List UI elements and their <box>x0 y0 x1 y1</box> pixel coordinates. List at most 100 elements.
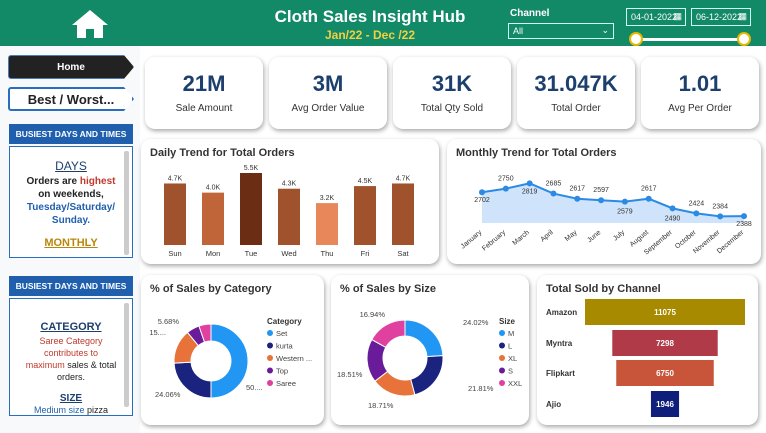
legend-title: Category <box>267 317 302 326</box>
slice <box>404 319 444 358</box>
calendar-icon: ▦ <box>673 11 682 21</box>
point <box>479 189 485 196</box>
legend-marker <box>499 380 505 386</box>
nav-home-button[interactable]: Home <box>8 55 134 79</box>
nav-best-worst-button[interactable]: Best / Worst... <box>8 87 134 111</box>
panel-size-text: Medium size pizza <box>33 405 109 415</box>
panel-days-text: Orders are highest on weekends, <box>26 176 116 200</box>
kpi-avg-per-order: 1.01 Avg Per Order <box>641 57 759 129</box>
bar <box>392 183 414 245</box>
channel-select[interactable]: All ⌄ <box>508 23 614 39</box>
kpi-avg-order-value: 3M Avg Order Value <box>269 57 387 129</box>
legend-marker <box>267 367 273 374</box>
data-label: 6750 <box>656 369 674 378</box>
data-label: 7298 <box>656 339 674 348</box>
data-label: 18.51% <box>337 370 363 379</box>
kpi-label: Total Qty Sold <box>420 103 484 114</box>
date-from-field[interactable]: 04-01-2022 ▦ <box>626 8 686 26</box>
data-label: 24.06% <box>155 390 181 399</box>
panel-days: DAYS Orders are highest on weekends, Tue… <box>9 146 133 258</box>
point <box>550 190 557 197</box>
legend-marker <box>267 355 273 361</box>
bar <box>202 192 224 245</box>
data-label: 2685 <box>546 181 562 188</box>
kpi-value: 31K <box>431 71 473 96</box>
data-label: 4.7K <box>396 175 411 182</box>
kpi-label: Total Order <box>551 103 601 114</box>
tick-label: July <box>612 229 626 243</box>
bar <box>278 188 300 245</box>
panel-category-text2: maximum sales & total orders. <box>25 360 117 382</box>
kpi-total-qty-sold: 31K Total Qty Sold <box>393 57 511 129</box>
data-label: 50.... <box>246 383 263 392</box>
scrollbar[interactable] <box>124 303 129 407</box>
data-label: 2388 <box>736 221 752 228</box>
tick-label: Tue <box>245 249 258 258</box>
home-icon[interactable] <box>70 8 110 40</box>
panel-category-title: CATEGORY <box>40 321 102 333</box>
header: Cloth Sales Insight Hub Jan/22 - Dec /22… <box>0 0 766 46</box>
point <box>526 180 533 187</box>
tick-label: April <box>540 229 556 244</box>
data-label: 4.0K <box>206 185 221 192</box>
kpi-value: 31.047K <box>534 71 618 96</box>
tick-label: Wed <box>281 249 296 258</box>
slider-end-handle[interactable] <box>737 32 751 46</box>
panel-category-text: Saree Category contributes to <box>39 336 103 358</box>
legend-label: M <box>508 329 514 338</box>
scrollbar[interactable] <box>124 151 129 255</box>
date-to-field[interactable]: 06-12-2022 ▦ <box>691 8 751 26</box>
data-label: 16.94% <box>360 310 386 319</box>
data-label: 2490 <box>665 215 681 222</box>
kpi-label: Avg Order Value <box>291 103 365 114</box>
point <box>502 185 509 192</box>
legend-marker <box>499 355 505 361</box>
point <box>741 213 747 220</box>
panel-size-title: SIZE <box>59 393 83 404</box>
tick-label: Sat <box>397 249 409 258</box>
data-label: 18.71% <box>368 401 394 410</box>
legend-label: Set <box>276 329 288 338</box>
panel-category-header: BUSIEST DAYS AND TIMES <box>9 276 133 296</box>
calendar-icon: ▦ <box>738 11 747 21</box>
point <box>621 198 628 205</box>
app-title: Cloth Sales Insight Hub <box>274 7 466 26</box>
monthly-trend-chart: 2702January2750February2819March2685Apri… <box>460 176 752 257</box>
slider-start-handle[interactable] <box>629 32 643 46</box>
point <box>717 213 724 220</box>
legend-label: L <box>508 342 512 351</box>
daily-trend-chart: 4.7K Sun 4.0K Mon 5.5K Tue 4.3K Wed 3.2K Thu 4.5K F… <box>164 165 414 258</box>
data-label: 5.5K <box>244 165 259 172</box>
size-donut-chart: Size ML XL S XXL 24.02% 21.81% 18.71% 18.51% 16.9… <box>337 310 522 410</box>
data-label: 15.... <box>149 328 166 337</box>
category-card: % of Sales by Category Category Set kurta W… <box>141 275 324 425</box>
date-from-value: 04-01-2022 <box>631 12 678 22</box>
kpi-value: 21M <box>182 71 226 96</box>
tick-label: February <box>481 229 507 253</box>
bar <box>240 173 262 245</box>
bar <box>164 183 186 245</box>
date-range-subtitle: Jan/22 - Dec /22 <box>324 28 416 42</box>
data-label: 2424 <box>689 200 705 207</box>
data-label: 2819 <box>522 188 538 195</box>
data-label: 2750 <box>498 176 514 183</box>
legend-marker <box>267 342 273 349</box>
data-label: 1946 <box>656 400 674 409</box>
tick-label: June <box>586 229 602 244</box>
panel-days-header: BUSIEST DAYS AND TIMES <box>9 124 133 144</box>
kpi-sale-amount: 21M Sale Amount <box>145 57 263 129</box>
kpi-total-order: 31.047K Total Order <box>517 57 635 129</box>
date-to-value: 06-12-2022 <box>696 12 743 22</box>
kpi-label: Sale Amount <box>175 103 233 114</box>
channel-select-value: All <box>513 26 524 36</box>
legend-label: kurta <box>276 342 294 351</box>
panel-days-days: Tuesday/Saturday/ <box>26 202 116 213</box>
date-range-slider[interactable] <box>629 32 751 46</box>
legend-marker <box>267 380 273 386</box>
legend-label: Saree <box>276 379 296 388</box>
data-label: 2597 <box>593 187 609 194</box>
panel-days-title: DAYS <box>55 159 87 173</box>
legend-title: Size <box>499 317 516 326</box>
channel-card: Total Sold by Channel 11075 Amazon 7298 Myn… <box>537 275 758 425</box>
channel-bar-chart: 11075 Amazon 7298 Myntra 6750 Flipkart 1946 Aji… <box>546 299 745 417</box>
